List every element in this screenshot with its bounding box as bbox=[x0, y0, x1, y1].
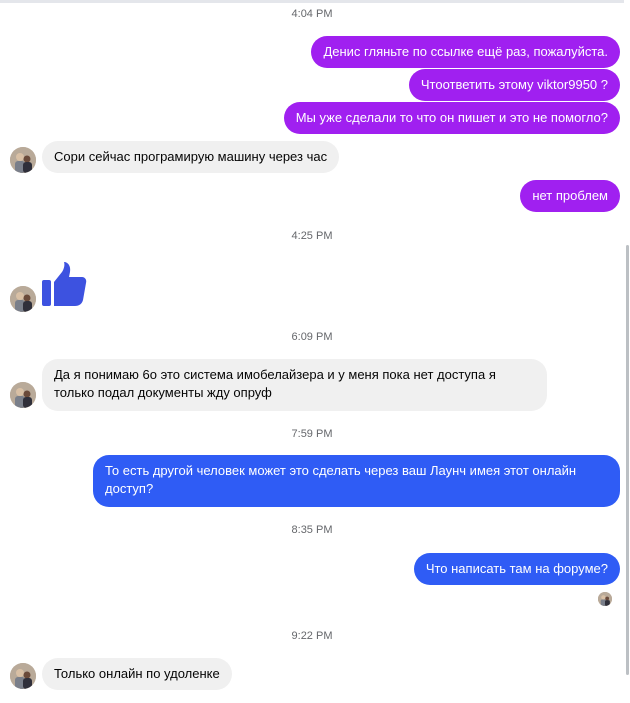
scrollbar[interactable] bbox=[624, 0, 630, 703]
timestamp: 4:04 PM bbox=[291, 8, 333, 20]
contact-avatar[interactable] bbox=[10, 382, 36, 408]
top-border bbox=[0, 0, 630, 3]
contact-avatar[interactable] bbox=[10, 663, 36, 689]
timestamp: 6:09 PM bbox=[291, 331, 333, 343]
message-incoming[interactable]: Да я понимаю 6о это система имобелайзера… bbox=[42, 359, 547, 411]
contact-avatar[interactable] bbox=[10, 147, 36, 173]
message-outgoing[interactable]: Что написать там на форуме? bbox=[413, 553, 620, 585]
message-outgoing[interactable]: Денис гляньте по ссылке ещё раз, пожалуй… bbox=[311, 36, 620, 68]
message-outgoing[interactable]: То есть другой человек может это сделать… bbox=[93, 455, 620, 507]
contact-avatar[interactable] bbox=[10, 286, 36, 312]
message-outgoing[interactable]: Чтоответить этому viktor9950 ? bbox=[408, 69, 620, 101]
message-outgoing[interactable]: нет проблем bbox=[520, 180, 620, 212]
timestamp: 7:59 PM bbox=[291, 428, 333, 440]
scrollbar-thumb[interactable] bbox=[626, 245, 629, 675]
message-incoming[interactable]: Сори сейчас програмирую машину через час bbox=[42, 141, 340, 173]
seen-avatar bbox=[598, 592, 612, 606]
message-incoming[interactable]: Только онлайн по удоленке bbox=[42, 658, 232, 690]
thumbs-up-icon[interactable] bbox=[40, 260, 88, 308]
timestamp: 9:22 PM bbox=[291, 630, 333, 642]
timestamp: 4:25 PM bbox=[291, 230, 333, 242]
message-outgoing[interactable]: Мы уже сделали то что он пишет и это не … bbox=[283, 102, 620, 134]
timestamp: 8:35 PM bbox=[291, 524, 333, 536]
